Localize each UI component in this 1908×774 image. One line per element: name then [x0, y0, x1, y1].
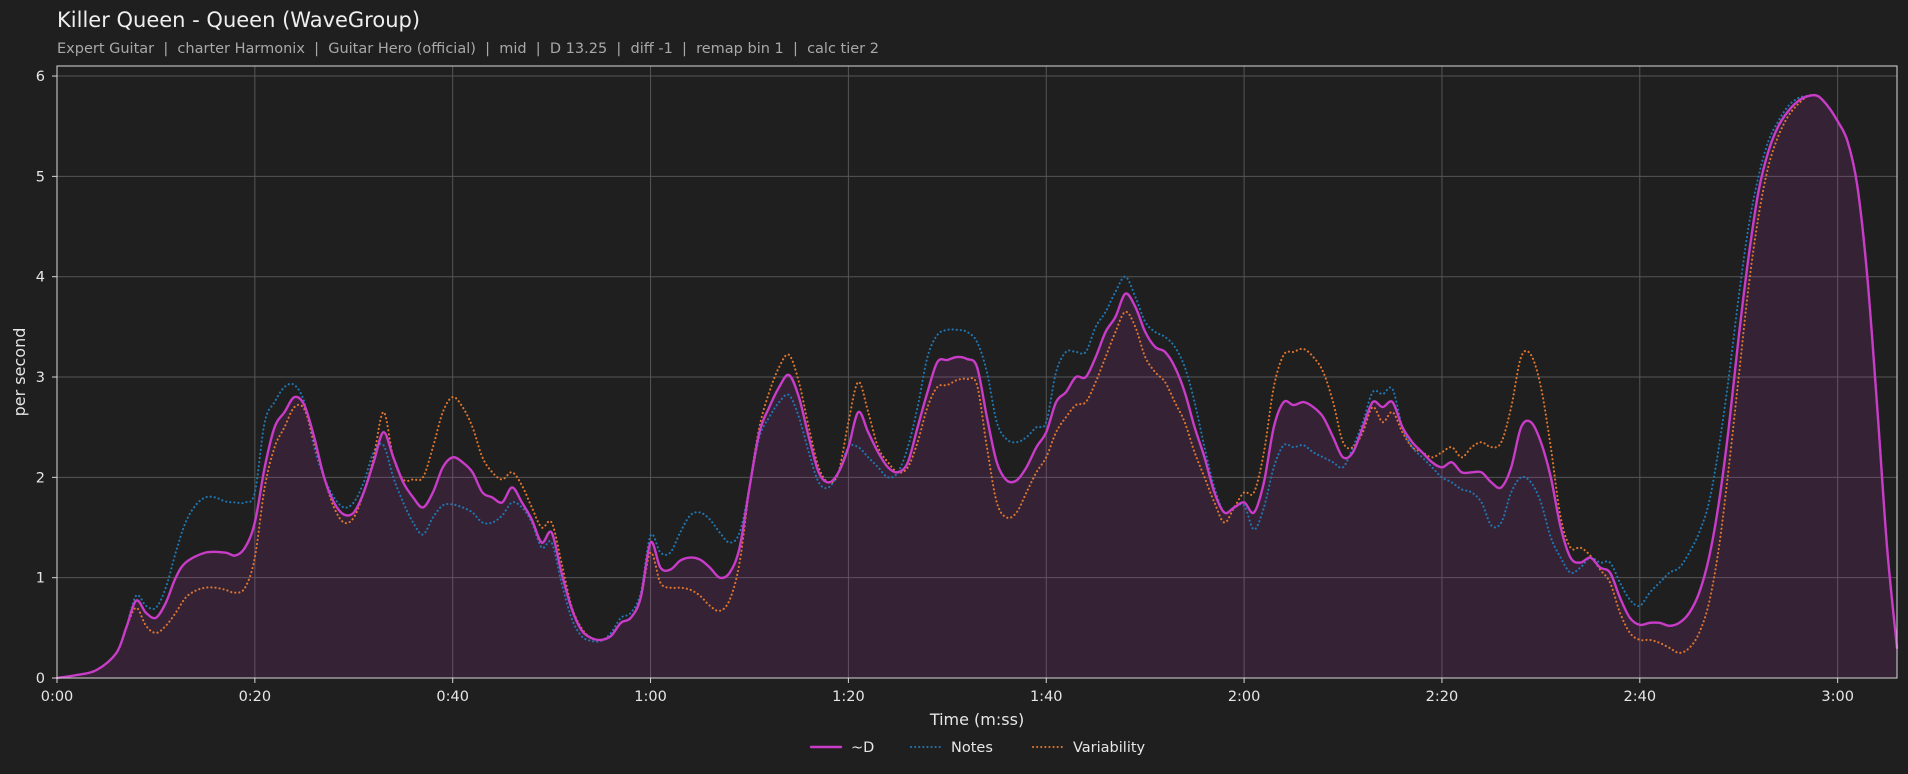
- y-tick-label: 2: [36, 470, 45, 486]
- y-tick-label: 5: [36, 169, 45, 185]
- y-tick-label: 4: [36, 270, 45, 286]
- legend-label-notes: Notes: [951, 740, 993, 756]
- x-tick-label: 1:40: [1030, 689, 1063, 705]
- y-axis-label: per second: [10, 328, 29, 417]
- y-tick-label: 6: [36, 69, 45, 85]
- x-tick-label: 0:20: [239, 689, 272, 705]
- legend-label-d: ~D: [851, 740, 874, 756]
- x-tick-label: 1:20: [832, 689, 865, 705]
- x-axis-label: Time (m:ss): [929, 710, 1024, 729]
- legend-label-variability: Variability: [1073, 740, 1146, 756]
- y-tick-label: 0: [36, 671, 45, 687]
- x-tick-label: 3:00: [1821, 689, 1854, 705]
- x-tick-label: 1:00: [634, 689, 667, 705]
- x-tick-label: 0:40: [436, 689, 469, 705]
- x-tick-label: 0:00: [41, 689, 74, 705]
- legend: ~D Notes Variability: [809, 740, 1146, 756]
- y-tick-label: 1: [36, 571, 45, 587]
- x-tick-label: 2:40: [1624, 689, 1657, 705]
- x-tick-label: 2:00: [1228, 689, 1261, 705]
- x-tick-label: 2:20: [1426, 689, 1459, 705]
- chart-svg: 0:00 0:20 0:40 1:00 1:20 1:40 2:00 2:20 2:40 3:00…: [10, 65, 1899, 756]
- fill-layer: [57, 95, 1897, 678]
- series-area-d: [57, 95, 1897, 678]
- y-tick-label: 3: [36, 370, 45, 386]
